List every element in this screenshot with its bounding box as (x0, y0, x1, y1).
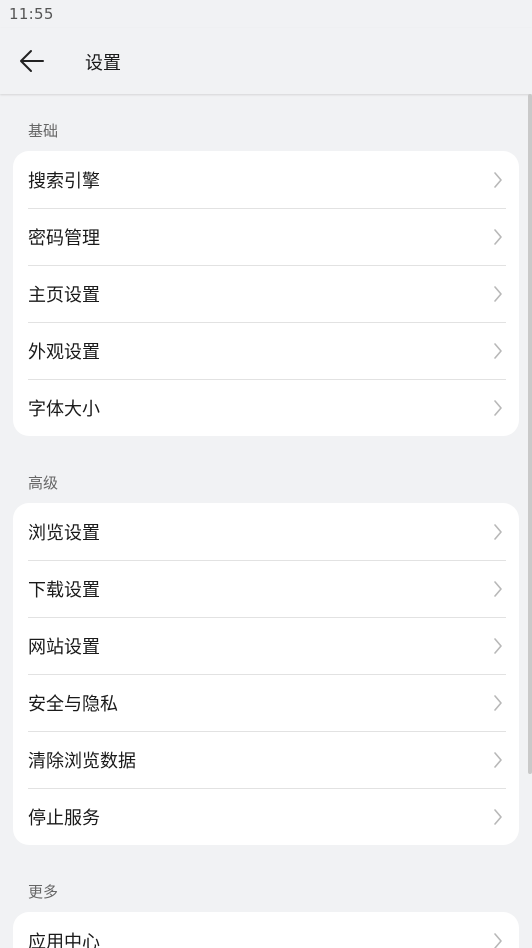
row-label: 外观设置 (28, 341, 100, 363)
chevron-right-icon (494, 580, 502, 597)
chevron-right-icon (494, 808, 502, 825)
row-homepage-settings[interactable]: 主页设置 (13, 265, 519, 322)
row-label: 停止服务 (28, 807, 100, 829)
page-title: 设置 (85, 53, 121, 74)
card-advanced: 浏览设置 下载设置 网站设置 安全与隐私 清除浏览数据 停止服务 (13, 503, 519, 845)
chevron-right-icon (494, 694, 502, 711)
chevron-right-icon (494, 523, 502, 540)
row-password-management[interactable]: 密码管理 (13, 208, 519, 265)
row-label: 字体大小 (28, 398, 100, 420)
row-label: 安全与隐私 (28, 693, 118, 715)
settings-list[interactable]: 基础 搜索引擎 密码管理 主页设置 外观设置 字体大小 高级 浏览设置 下载设置… (0, 94, 532, 948)
arrow-left-icon (20, 50, 44, 72)
row-appearance-settings[interactable]: 外观设置 (13, 322, 519, 379)
status-time: 11:55 (9, 5, 54, 23)
back-button[interactable] (12, 41, 52, 81)
row-label: 搜索引擎 (28, 170, 100, 192)
section-header-advanced: 高级 (28, 474, 59, 492)
row-search-engine[interactable]: 搜索引擎 (13, 151, 519, 208)
chevron-right-icon (494, 637, 502, 654)
row-download-settings[interactable]: 下载设置 (13, 560, 519, 617)
card-more: 应用中心 (13, 912, 519, 948)
row-label: 密码管理 (28, 227, 100, 249)
chevron-right-icon (494, 171, 502, 188)
chevron-right-icon (494, 285, 502, 302)
row-app-center[interactable]: 应用中心 (13, 912, 519, 948)
row-label: 应用中心 (28, 931, 100, 948)
row-security-privacy[interactable]: 安全与隐私 (13, 674, 519, 731)
row-stop-service[interactable]: 停止服务 (13, 788, 519, 845)
section-header-more: 更多 (28, 883, 59, 901)
row-label: 浏览设置 (28, 522, 100, 544)
row-browsing-settings[interactable]: 浏览设置 (13, 503, 519, 560)
scrollbar[interactable] (528, 94, 532, 774)
card-basic: 搜索引擎 密码管理 主页设置 外观设置 字体大小 (13, 151, 519, 436)
row-label: 清除浏览数据 (28, 750, 136, 772)
row-label: 下载设置 (28, 579, 100, 601)
row-clear-browsing-data[interactable]: 清除浏览数据 (13, 731, 519, 788)
chevron-right-icon (494, 228, 502, 245)
row-label: 网站设置 (28, 636, 100, 658)
status-bar: 11:55 (0, 0, 532, 28)
chevron-right-icon (494, 342, 502, 359)
app-bar: 设置 (0, 28, 532, 94)
chevron-right-icon (494, 932, 502, 948)
row-site-settings[interactable]: 网站设置 (13, 617, 519, 674)
chevron-right-icon (494, 751, 502, 768)
row-font-size[interactable]: 字体大小 (13, 379, 519, 436)
section-header-basic: 基础 (28, 122, 59, 140)
row-label: 主页设置 (28, 284, 100, 306)
chevron-right-icon (494, 399, 502, 416)
